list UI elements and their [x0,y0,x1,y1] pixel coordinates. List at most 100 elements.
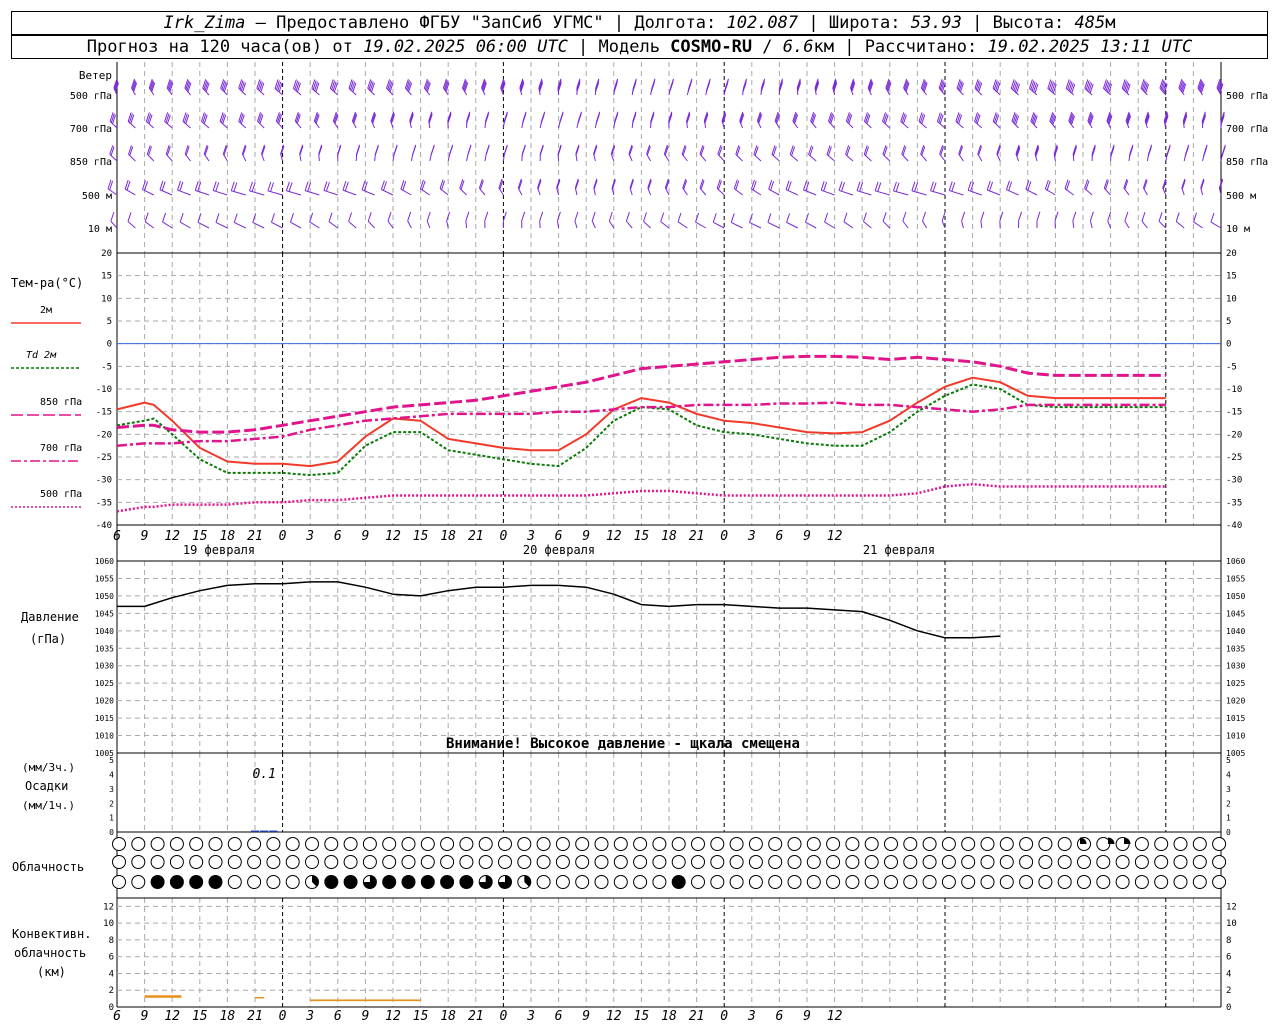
cloud-circle [517,855,532,869]
wind-barb-staff [824,221,835,229]
wind-barb-staff [426,220,431,229]
wind-barb-feather [1147,147,1152,157]
wind-barb-staff [961,220,964,229]
cloud-circle [710,875,725,889]
cloud-circle [1115,855,1130,869]
cloud-circle [806,837,821,851]
cloud-circle [536,855,551,869]
wind-barb-feather [856,181,861,191]
conv-cloud-segment [144,995,182,998]
wind-barb-feather [426,211,431,222]
cloud-circle [1115,875,1130,889]
cloud-circle [594,837,609,851]
wind-barb-feather [212,181,217,191]
precip-tick-right: 0 [1226,828,1231,837]
pressure-tick-right: 1040 [1226,627,1245,636]
wind-barb-feather [270,213,275,223]
precip-title: Осадки [25,779,68,793]
cloud-symbol [1212,855,1227,869]
cloud-circle [343,837,358,851]
pressure-tick-left: 1015 [95,714,114,723]
wind-level-label-right: 500 м [1226,191,1256,202]
cloud-symbol [324,855,339,869]
cloud-symbol [382,875,397,889]
cloud-symbol [1077,875,1091,889]
cloud-circle [555,855,570,869]
precip-bar [260,830,269,832]
cloud-symbol [1212,837,1227,851]
cloud-symbol [941,875,956,889]
pressure-tick-right: 1030 [1226,662,1245,671]
hour-tick-label-bottom: 9 [361,1009,369,1024]
pressure-tick-right: 1055 [1226,574,1245,583]
cloud-symbol [440,875,455,889]
wind-barb-staff [713,221,725,229]
temp-tick-right: 10 [1226,294,1237,304]
cloud-circle [1019,875,1034,889]
cloud-circle [652,875,667,889]
cloud-symbol [401,875,416,889]
wind-barb-feather [521,211,526,221]
cloud-circle [362,837,377,851]
cloud-symbol [1038,855,1053,869]
wind-barb-feather [892,181,897,192]
cloud-symbol [517,875,532,889]
cloud-symbol [1115,875,1130,889]
hour-tick-label: 21 [468,529,484,544]
wind-level-label-right: 850 гПа [1226,157,1268,168]
hour-tick-label: 3 [526,529,535,544]
cloud-circle [826,837,841,851]
cloud-symbol [864,837,879,851]
cloud-symbol [227,875,242,889]
wind-barb-feather [1203,147,1208,157]
cloud-circle [420,855,435,869]
hour-tick-label: 9 [361,529,369,544]
wind-barb-feather [233,213,238,223]
hour-tick-label-bottom: 15 [192,1009,208,1024]
cloud-symbol [575,855,590,869]
hour-tick-label-bottom: 15 [413,1009,429,1024]
cloud-symbol [1192,855,1207,869]
wind-barb-feather [230,181,235,191]
cloud-circle [652,855,667,869]
wind-barb-feather [162,212,167,223]
hour-tick-label: 15 [634,529,650,544]
cloud-symbol [420,855,435,869]
pressure-tick-right: 1035 [1226,644,1245,653]
cloud-title: Облачность [12,860,84,874]
cloud-circle [227,855,242,869]
cloud-symbol [305,855,319,869]
cloud-circle [748,837,763,851]
conv-tick-left: 8 [109,936,114,946]
wind-barb-feather [1184,147,1189,157]
wind-barb-feather [1072,211,1077,221]
cloud-symbol [401,837,416,851]
hour-tick-label-bottom: 3 [305,1009,314,1024]
precip-tick-left: 2 [109,799,114,808]
hour-tick-label-bottom: 6 [775,1009,783,1024]
cloud-symbol [710,837,725,851]
cloud-circle [633,875,648,889]
cloud-circle [1173,837,1188,851]
cloud-circle [1019,837,1034,851]
cloud-symbol [845,837,860,851]
cloud-symbol [806,855,821,869]
cloud-circle [710,837,725,851]
cloud-fill [402,875,415,889]
pressure-tick-left: 1025 [95,679,114,688]
pressure-tick-left: 1045 [95,609,114,618]
hour-tick-label-bottom: 21 [468,1009,484,1024]
pressure-tick-right: 1025 [1226,679,1245,688]
temp-legend-label: 850 гПа [40,397,82,408]
cloud-circle [787,855,802,869]
cloud-symbol [652,837,667,851]
wind-level-label: 500 гПа [70,91,112,102]
wind-barb-feather [374,145,379,156]
wind-barb-feather [961,211,966,221]
wind-barb-staff [1141,220,1148,229]
cloud-symbol [941,837,956,851]
temp-tick-left: -10 [96,385,112,395]
pressure-tick-right: 1020 [1226,697,1245,706]
cloud-fill [382,875,396,889]
cloud-symbol [1212,875,1227,889]
